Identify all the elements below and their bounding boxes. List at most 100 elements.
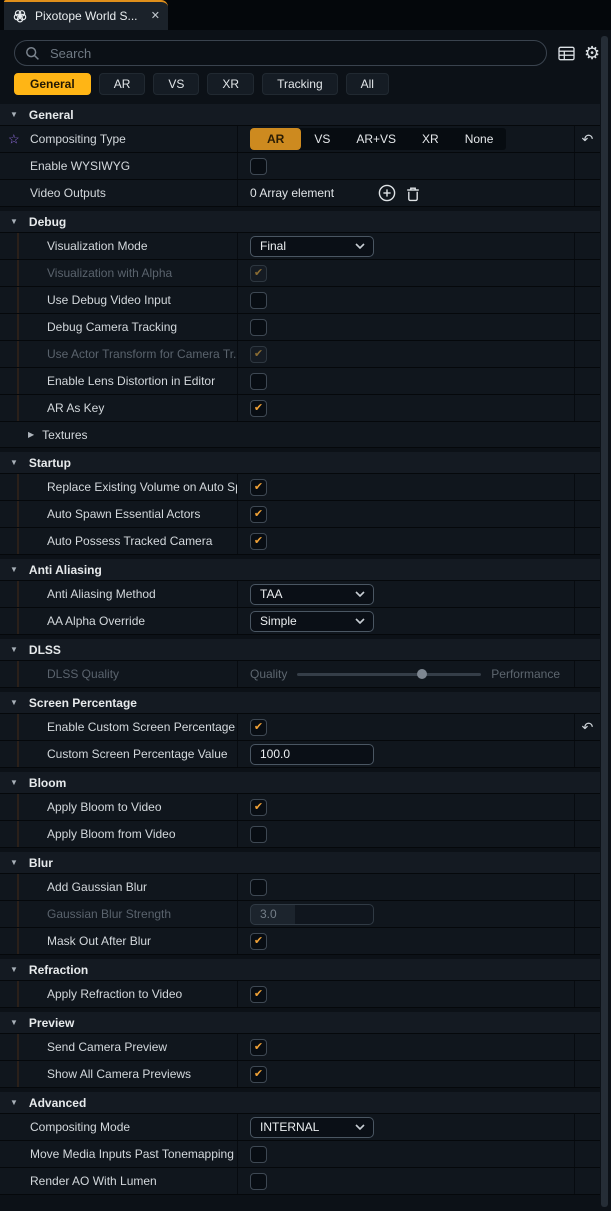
- section-header-blur[interactable]: ▼ Blur: [0, 852, 610, 874]
- property-label-cell: Show All Camera Previews: [0, 1061, 238, 1087]
- segment-ar[interactable]: AR: [250, 128, 301, 150]
- property-label-cell: Enable WYSIWYG: [0, 153, 238, 179]
- section-title: Preview: [29, 1016, 74, 1030]
- reset-cell: [575, 901, 600, 927]
- property-value-cell: ✔: [238, 714, 575, 740]
- aa-alpha-override-dropdown[interactable]: Simple: [250, 611, 374, 632]
- apply-refraction-to-video-checkbox[interactable]: ✔: [250, 986, 267, 1003]
- section-header-dlss[interactable]: ▼DLSS: [0, 639, 610, 661]
- segment-none[interactable]: None: [452, 128, 507, 150]
- section-refraction: ▼RefractionApply Refraction to Video ✔: [0, 959, 611, 1008]
- move-media-inputs-past-tonemapping-checkbox[interactable]: [250, 1146, 267, 1163]
- section-title: General: [29, 108, 74, 122]
- reset-cell: [575, 741, 600, 767]
- section-header-preview[interactable]: ▼ Preview: [0, 1012, 610, 1034]
- filter-chip-vs[interactable]: VS: [153, 73, 199, 95]
- search-input[interactable]: [48, 45, 536, 62]
- apply-bloom-from-video-checkbox[interactable]: [250, 826, 267, 843]
- gaussian-blur-strength-input: [250, 904, 374, 925]
- filter-chip-all[interactable]: All: [346, 73, 389, 95]
- ar-as-key-checkbox[interactable]: ✔: [250, 400, 267, 417]
- mask-out-after-blur-checkbox[interactable]: ✔: [250, 933, 267, 950]
- section-header-bloom[interactable]: ▼Bloom: [0, 772, 610, 794]
- property-value-cell: ✔: [238, 928, 575, 954]
- collapse-triangle-icon: ▼: [10, 859, 18, 867]
- search-box[interactable]: [14, 40, 547, 66]
- property-label: Auto Spawn Essential Actors: [47, 507, 200, 521]
- segment-vs[interactable]: VS: [301, 128, 343, 150]
- filter-chip-xr[interactable]: XR: [207, 73, 254, 95]
- send-camera-preview-checkbox[interactable]: ✔: [250, 1039, 267, 1056]
- checkmark-icon: ✔: [254, 536, 263, 547]
- replace-existing-volume-on-auto-sp-checkbox[interactable]: ✔: [250, 479, 267, 496]
- tab-pixotope-world-settings[interactable]: Pixotope World S... ✕: [4, 0, 168, 30]
- section-bloom: ▼BloomApply Bloom to Video✔Apply Bloom f…: [0, 772, 611, 848]
- auto-spawn-essential-actors-checkbox[interactable]: ✔: [250, 506, 267, 523]
- property-label-cell: Anti Aliasing Method: [0, 581, 238, 607]
- collapse-triangle-icon: ▼: [10, 111, 18, 119]
- collapse-triangle-icon: ▼: [10, 1019, 18, 1027]
- show-all-camera-previews-checkbox[interactable]: ✔: [250, 1066, 267, 1083]
- dropdown-chevron-icon: [355, 243, 365, 249]
- render-ao-with-lumen-checkbox[interactable]: [250, 1173, 267, 1190]
- table-view-icon[interactable]: [558, 46, 575, 61]
- filter-chip-tracking[interactable]: Tracking: [262, 73, 338, 95]
- subsection-row-textures[interactable]: ▶Textures: [0, 422, 600, 448]
- property-row-enable-custom-screen-percentage: Enable Custom Screen Percentage✔↶: [0, 714, 600, 741]
- property-row-show-all-camera-previews: Show All Camera Previews ✔: [0, 1061, 600, 1088]
- use-debug-video-input-checkbox[interactable]: [250, 292, 267, 309]
- enable-custom-screen-percentage-checkbox[interactable]: ✔: [250, 719, 267, 736]
- property-value-cell: [238, 741, 575, 767]
- filter-chip-general[interactable]: General: [14, 73, 91, 95]
- dropdown-value: Simple: [260, 614, 297, 628]
- property-label-cell: Mask Out After Blur: [0, 928, 238, 954]
- auto-possess-tracked-camera-checkbox[interactable]: ✔: [250, 533, 267, 550]
- settings-gear-icon[interactable]: ⚙: [584, 44, 600, 62]
- enable-lens-distortion-in-editor-checkbox[interactable]: [250, 373, 267, 390]
- collapse-triangle-icon: ▼: [10, 779, 18, 787]
- scrollbar-thumb[interactable]: [601, 36, 608, 1207]
- collapse-triangle-icon: ▼: [10, 966, 18, 974]
- property-value-cell: [238, 874, 575, 900]
- reset-cell: [575, 260, 600, 286]
- slider-track: [297, 673, 481, 676]
- section-header-general[interactable]: ▼ General: [0, 104, 610, 126]
- reset-to-default-button[interactable]: ↶: [582, 720, 594, 734]
- property-label-cell: Apply Refraction to Video: [0, 981, 238, 1007]
- property-label-cell: Visualization Mode: [0, 233, 238, 259]
- property-label: Custom Screen Percentage Value: [47, 747, 228, 761]
- custom-screen-percentage-value-input[interactable]: [250, 744, 374, 765]
- section-header-debug[interactable]: ▼Debug: [0, 211, 610, 233]
- visualization-mode-dropdown[interactable]: Final: [250, 236, 374, 257]
- property-value-cell: Simple: [238, 608, 575, 634]
- segment-xr[interactable]: XR: [409, 128, 452, 150]
- compositing-mode-dropdown[interactable]: INTERNAL: [250, 1117, 374, 1138]
- reset-to-default-button[interactable]: ↶: [582, 132, 594, 146]
- reset-cell: [575, 180, 600, 206]
- add-element-icon[interactable]: [378, 184, 396, 202]
- filter-chip-ar[interactable]: AR: [99, 73, 146, 95]
- tab-title: Pixotope World S...: [35, 9, 144, 23]
- section-header-advanced[interactable]: ▼Advanced: [0, 1092, 610, 1114]
- favorite-star-icon[interactable]: ☆: [8, 133, 20, 146]
- property-row-replace-existing-volume-on-auto-sp: Replace Existing Volume on Auto Sp...✔: [0, 474, 600, 501]
- section-header-refraction[interactable]: ▼Refraction: [0, 959, 610, 981]
- property-label-cell: Use Debug Video Input: [0, 287, 238, 313]
- anti-aliasing-method-dropdown[interactable]: TAA: [250, 584, 374, 605]
- close-icon[interactable]: ✕: [151, 11, 160, 22]
- section-title: Blur: [29, 856, 53, 870]
- section-dlss: ▼DLSSDLSS QualityQualityPerformance: [0, 639, 611, 688]
- property-label-cell: Video Outputs: [0, 180, 238, 206]
- scrollbar-track[interactable]: [600, 30, 611, 1211]
- segment-ar-vs[interactable]: AR+VS: [343, 128, 409, 150]
- array-element-count: 0 Array element: [250, 186, 368, 200]
- enable-wysiwyg-checkbox[interactable]: [250, 158, 267, 175]
- add-gaussian-blur-checkbox[interactable]: [250, 879, 267, 896]
- property-value-cell: ✔: [238, 528, 575, 554]
- apply-bloom-to-video-checkbox[interactable]: ✔: [250, 799, 267, 816]
- section-header-anti-aliasing[interactable]: ▼Anti Aliasing: [0, 559, 610, 581]
- section-header-screen-percentage[interactable]: ▼Screen Percentage: [0, 692, 610, 714]
- delete-elements-icon[interactable]: [405, 185, 421, 202]
- debug-camera-tracking-checkbox[interactable]: [250, 319, 267, 336]
- section-header-startup[interactable]: ▼Startup: [0, 452, 610, 474]
